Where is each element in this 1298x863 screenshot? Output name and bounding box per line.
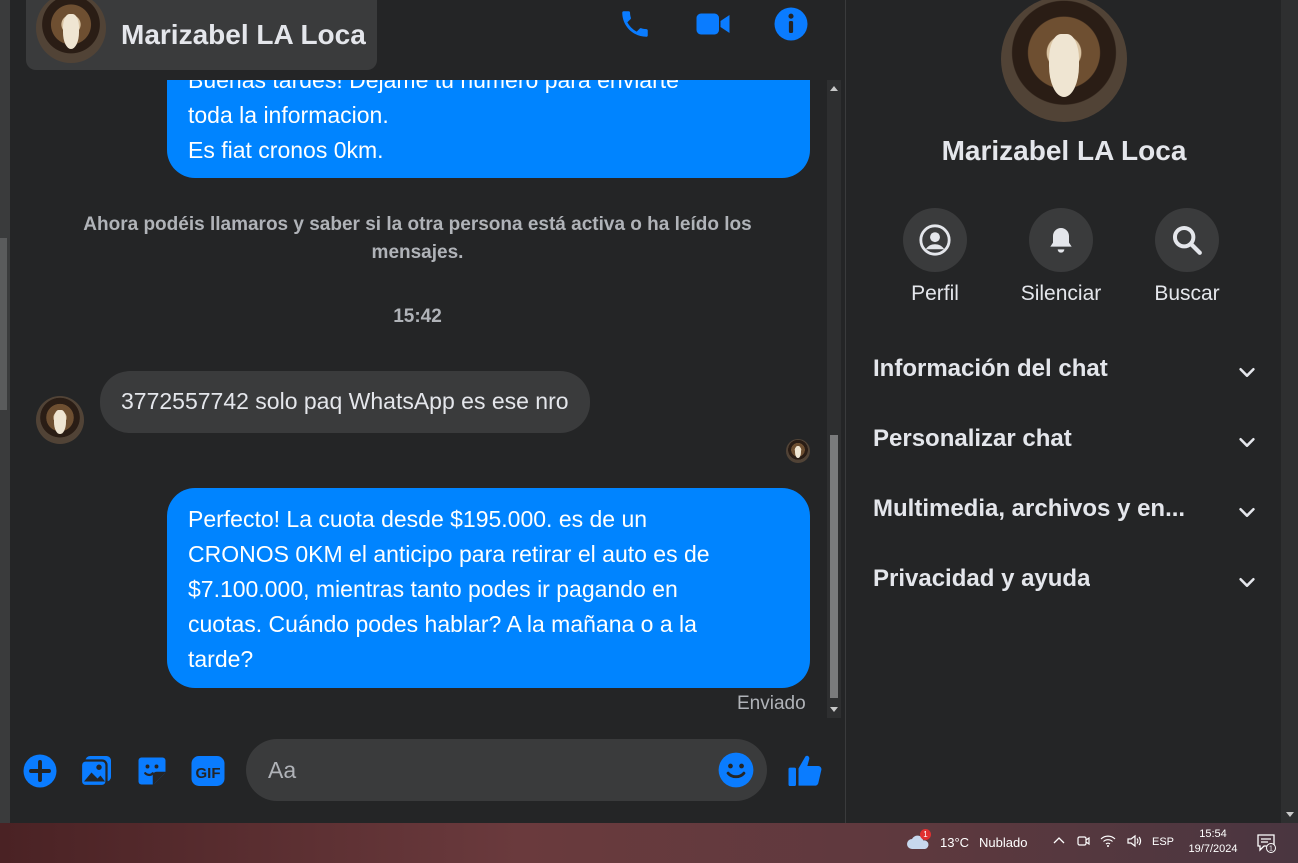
outgoing-message[interactable]: Perfecto! La cuota desde $195.000. es de… [167, 488, 810, 688]
search-button[interactable]: Buscar [1122, 208, 1252, 306]
wifi-icon[interactable] [1100, 834, 1116, 848]
chevron-down-icon [1239, 577, 1255, 587]
section-media-files[interactable]: Multimedia, archivos y en... [873, 495, 1258, 565]
weather-badge: 1 [920, 829, 931, 840]
message-timestamp: 15:42 [393, 306, 442, 327]
system-notice: Ahora podéis llamaros y saber si la otra… [83, 214, 752, 263]
message-line: Es fiat cronos 0km. [188, 137, 384, 163]
chevron-down-icon [1239, 507, 1255, 517]
mute-button[interactable]: Silenciar [996, 208, 1126, 306]
section-title: Multimedia, archivos y en... [873, 495, 1186, 522]
incoming-message[interactable]: 3772557742 solo paq WhatsApp es ese nro [100, 371, 590, 433]
message-line: CRONOS 0KM el anticipo para retirar el a… [188, 541, 710, 567]
search-icon[interactable] [1155, 208, 1219, 272]
thumbs-up-icon[interactable] [786, 751, 826, 791]
section-privacy-help[interactable]: Privacidad y ayuda [873, 565, 1258, 635]
info-icon[interactable] [773, 4, 809, 44]
message-line: Buenas tardes! Dejame tu numero para env… [188, 80, 679, 93]
temperature: 13°C [940, 834, 970, 850]
notification-count: 1 [1269, 846, 1273, 853]
bell-icon[interactable] [1029, 208, 1093, 272]
conversation-info-panel: Marizabel LA Loca Perfil Silenciar Busca… [845, 0, 1281, 823]
contact-name[interactable]: Marizabel LA Loca [121, 19, 366, 51]
scroll-down-arrow[interactable] [830, 707, 838, 712]
window-right-scrollbar[interactable] [1281, 0, 1298, 823]
weather-condition: Nublado [979, 834, 1028, 850]
cloud-icon: 1 [906, 829, 932, 852]
profile-name: Marizabel LA Loca [941, 135, 1187, 166]
phone-icon[interactable] [617, 4, 653, 44]
plus-icon[interactable] [22, 753, 58, 789]
message-line: tarde? [188, 646, 254, 672]
message-line: toda la informacion. [188, 102, 389, 128]
clock-date: 19/7/2024 [1188, 843, 1238, 855]
chat-area: Marizabel LA Loca Buenas tardes! Dejame … [10, 0, 845, 823]
sender-avatar[interactable] [36, 396, 84, 444]
profile-label: Perfil [911, 282, 959, 305]
scroll-up-arrow[interactable] [830, 86, 838, 91]
profile-avatar[interactable] [1001, 0, 1127, 122]
section-chat-info[interactable]: Información del chat [873, 355, 1258, 425]
read-receipt-avatar [786, 439, 810, 463]
sticker-icon[interactable] [134, 753, 170, 789]
outgoing-message[interactable]: Buenas tardes! Dejame tu numero para env… [167, 80, 810, 178]
panel-sections: Información del chat Personalizar chat M… [873, 355, 1258, 635]
chevron-down-icon [1239, 437, 1255, 447]
mute-label: Silenciar [1020, 282, 1102, 305]
contact-avatar[interactable] [36, 0, 106, 63]
volume-icon[interactable] [1126, 834, 1142, 848]
composer: GIF [10, 735, 845, 805]
section-title: Información del chat [873, 355, 1108, 382]
left-scroll-thumb[interactable] [0, 238, 7, 410]
system-tray [1052, 834, 1142, 848]
profile-icon[interactable] [903, 208, 967, 272]
section-title: Privacidad y ayuda [873, 565, 1091, 592]
message-line: Perfecto! La cuota desde $195.000. es de… [188, 506, 648, 532]
message-input-container[interactable] [246, 739, 767, 801]
notification-icon[interactable]: 1 [1256, 833, 1276, 858]
scroll-down-arrow[interactable] [1286, 812, 1294, 817]
gallery-icon[interactable] [78, 753, 114, 789]
gif-icon[interactable]: GIF [190, 753, 226, 789]
clock-time: 15:54 [1199, 828, 1227, 840]
chat-header[interactable]: Marizabel LA Loca [26, 0, 377, 70]
weather-widget[interactable]: 1 13°C Nublado [906, 829, 1028, 852]
scroll-thumb[interactable] [830, 435, 838, 698]
svg-text:GIF: GIF [196, 765, 221, 782]
incoming-message-row: 3772557742 solo paq WhatsApp es ese nro [36, 360, 590, 444]
window-left-edge [0, 0, 10, 823]
profile-button[interactable]: Perfil [870, 208, 1000, 306]
language-indicator[interactable]: ESP [1152, 836, 1174, 848]
header-actions [617, 4, 809, 44]
chevron-up-icon[interactable] [1052, 834, 1066, 848]
message-line: cuotas. Cuándo podes hablar? A la mañana… [188, 611, 697, 637]
section-title: Personalizar chat [873, 425, 1072, 452]
video-call-icon[interactable] [695, 4, 731, 44]
chevron-down-icon [1239, 367, 1255, 377]
search-label: Buscar [1154, 282, 1220, 305]
message-input[interactable] [246, 739, 706, 801]
message-line: $7.100.000, mientras tanto podes ir paga… [188, 576, 678, 602]
clock[interactable]: 15:54 19/7/2024 [1185, 827, 1241, 857]
section-customize-chat[interactable]: Personalizar chat [873, 425, 1258, 495]
message-status: Enviado [737, 693, 806, 714]
meet-now-icon[interactable] [1076, 834, 1090, 848]
chat-scrollbar[interactable] [827, 80, 841, 718]
emoji-icon[interactable] [717, 751, 755, 794]
message-list: Buenas tardes! Dejame tu numero para env… [10, 80, 830, 720]
taskbar: 1 13°C Nublado ESP 15:54 19/7/2024 1 [0, 823, 1298, 863]
